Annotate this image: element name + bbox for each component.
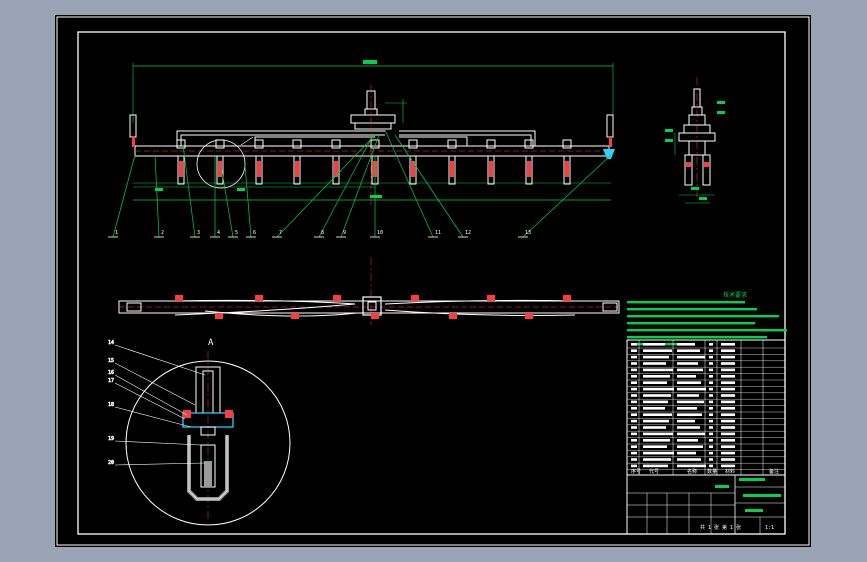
leader-line (318, 134, 374, 238)
balloon-label: 10 (377, 230, 383, 236)
plan-nozzle (371, 313, 379, 319)
bom-cell (643, 394, 671, 397)
balloon-label: 5 (235, 230, 238, 236)
bom-cell (643, 400, 668, 404)
balloon-label: 4 (217, 230, 220, 236)
requirement-line (627, 301, 745, 304)
nozzle (486, 139, 496, 185)
balloon-label: 8 (321, 230, 324, 236)
leader-line (182, 144, 196, 238)
nozzle (562, 139, 572, 185)
plan-nozzle (525, 313, 533, 319)
nozzle (176, 139, 186, 185)
requirement-line (627, 336, 767, 339)
bom-header-cell: 备注 (769, 468, 779, 475)
plan-nozzle (487, 295, 495, 301)
detail-balloon-label: 16 (108, 370, 114, 376)
nozzle (331, 139, 341, 185)
title-block: 序号 代号 名称 数量 材料 备注 共 1 张 第 1 张 1:1 (626, 339, 786, 535)
front-view: 1 2 3 4 5 6 7 8 9 10 11 12 13 (108, 60, 615, 238)
bom-cell (643, 432, 673, 436)
bom-cell (643, 451, 674, 455)
bom-cell (643, 407, 665, 410)
detail-balloon-label: 17 (108, 378, 114, 384)
detail-balloon-label: 20 (108, 460, 114, 466)
bom-header-cell: 名称 (687, 468, 697, 475)
plan-nozzle (411, 295, 419, 301)
bom-cell (643, 458, 671, 461)
detail-leader (114, 382, 186, 420)
side-view (665, 77, 725, 204)
nozzle (292, 139, 302, 185)
balloon-label: 9 (343, 230, 346, 236)
bom-cell (643, 387, 674, 391)
requirement-line (627, 308, 757, 311)
bom-cell (643, 349, 672, 352)
plan-nozzle (333, 295, 341, 301)
cad-drawing-viewport[interactable]: 1 2 3 4 5 6 7 8 9 10 11 12 13 14 15 16 1… (55, 15, 811, 547)
tech-requirements-title: 技术要求 (723, 291, 747, 299)
detail-label: A (208, 338, 214, 348)
balloon-label: 7 (279, 230, 282, 236)
detail-balloon-label: 15 (108, 358, 114, 364)
bom-cell (643, 413, 672, 416)
bom-cell (643, 464, 668, 468)
plan-nozzle (449, 313, 457, 319)
bom-cell (643, 426, 666, 429)
plan-nozzle (563, 295, 571, 301)
leader-line (220, 164, 234, 238)
detail-a-view: 14 15 16 17 18 19 20 A (108, 338, 291, 526)
plan-view (118, 257, 620, 325)
nozzle (254, 139, 264, 185)
leader-line (394, 134, 464, 238)
bom-cell (643, 419, 669, 423)
balloon-label: 2 (161, 230, 164, 236)
balloon-label: 13 (525, 230, 531, 236)
bom-cell (643, 445, 667, 448)
bom-header-cell: 代号 (649, 468, 659, 475)
bom-cell (643, 368, 673, 372)
requirement-line (627, 315, 779, 318)
plan-nozzle (215, 313, 223, 319)
requirement-line (627, 329, 787, 332)
nozzle (524, 139, 534, 185)
leader-line (112, 154, 136, 238)
detail-balloon-label: 19 (108, 436, 114, 442)
balloon-label: 3 (197, 230, 200, 236)
balloon-label: 6 (253, 230, 256, 236)
bom-header-cell: 数量 (707, 468, 717, 475)
bom-cell (643, 375, 670, 378)
requirement-line (627, 322, 755, 325)
bom-header-cell: 序号 (631, 468, 641, 475)
detail-balloon-label: 18 (108, 402, 114, 408)
bom-cell (643, 343, 665, 346)
bom-cell (643, 439, 670, 442)
balloon-label: 12 (465, 230, 471, 236)
balloon-label: 11 (435, 230, 441, 236)
sheet-info: 共 1 张 第 1 张 (700, 524, 741, 531)
scale-value: 1:1 (765, 525, 774, 531)
leader-line (154, 154, 160, 238)
bom-header-cell: 材料 (725, 468, 735, 475)
tech-requirements: 技术要求 (627, 291, 787, 346)
detail-balloon-label: 14 (108, 340, 114, 346)
plan-nozzle (255, 295, 263, 301)
bom-cell (643, 362, 666, 365)
bom-cell (643, 381, 667, 384)
plan-nozzle (291, 313, 299, 319)
detail-leader (114, 406, 192, 428)
nozzle (447, 139, 457, 185)
detail-leader (114, 362, 196, 406)
detail-leader (114, 344, 206, 376)
balloon-label: 1 (115, 230, 118, 236)
plan-nozzle (175, 295, 183, 301)
leader-line (244, 164, 252, 238)
bom-cell (643, 355, 669, 359)
